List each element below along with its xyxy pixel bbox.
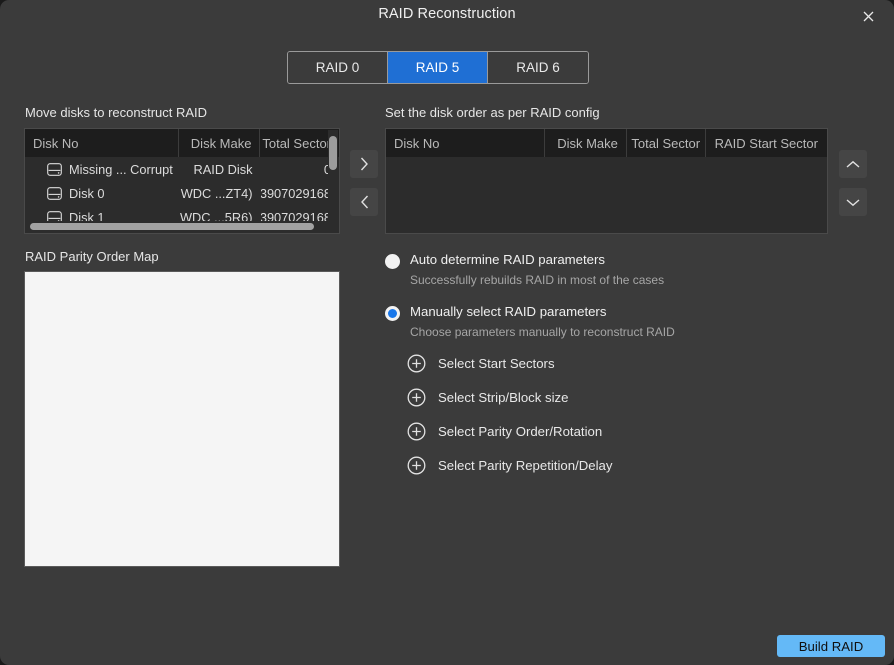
close-icon[interactable] [852, 3, 884, 29]
tab-raid-0[interactable]: RAID 0 [288, 52, 388, 83]
param-label: Select Parity Order/Rotation [438, 424, 603, 439]
left-panel-caption: Move disks to reconstruct RAID [25, 105, 208, 120]
plus-circle-icon [407, 422, 426, 441]
cell-disk-no: Missing ... Corrupt [25, 157, 179, 181]
chevron-left-icon [360, 195, 368, 209]
column-header-raid-start-sector[interactable]: RAID Start Sector [706, 129, 827, 157]
cell-disk-make: RAID Disk [193, 161, 253, 177]
param-select-parity-order-rotation[interactable]: Select Parity Order/Rotation [407, 422, 602, 441]
column-header-disk-make[interactable]: Disk Make [179, 129, 261, 157]
move-disk-right-button[interactable] [350, 150, 378, 178]
raid-level-tabs: RAID 0 RAID 5 RAID 6 [287, 51, 589, 84]
disk-no-label: Missing ... Corrupt [69, 161, 173, 177]
column-header-disk-no[interactable]: Disk No [25, 129, 179, 157]
move-order-down-button[interactable] [839, 188, 867, 216]
tab-raid-5[interactable]: RAID 5 [388, 52, 488, 83]
param-label: Select Start Sectors [438, 356, 555, 371]
chevron-right-icon [360, 157, 368, 171]
radio-manual-select[interactable] [385, 306, 400, 321]
table-header-row: Disk No Disk Make Total Sector RAID Star… [386, 129, 827, 157]
option-auto-label: Auto determine RAID parameters [410, 252, 605, 267]
table-row[interactable]: Disk 0 WDC ...ZT4) 3907029168 [25, 181, 339, 205]
column-header-total-sector[interactable]: Total Sector [627, 129, 706, 157]
param-label: Select Parity Repetition/Delay [438, 458, 613, 473]
vertical-scrollbar-thumb[interactable] [329, 136, 337, 170]
horizontal-scrollbar-thumb[interactable] [30, 223, 314, 230]
tab-raid-6[interactable]: RAID 6 [488, 52, 588, 83]
option-manual-sublabel: Choose parameters manually to reconstruc… [410, 325, 675, 339]
move-order-up-button[interactable] [839, 150, 867, 178]
table-header-row: Disk No Disk Make Total Sector [25, 129, 339, 157]
chevron-up-icon [846, 160, 860, 168]
hard-disk-icon [47, 162, 62, 176]
option-manual-label: Manually select RAID parameters [410, 304, 607, 319]
param-select-strip-block-size[interactable]: Select Strip/Block size [407, 388, 568, 407]
close-glyph [863, 11, 873, 21]
column-header-disk-make[interactable]: Disk Make [545, 129, 627, 157]
page-title: RAID Reconstruction [378, 6, 516, 22]
param-select-parity-repetition-delay[interactable]: Select Parity Repetition/Delay [407, 456, 612, 475]
right-panel-caption: Set the disk order as per RAID config [385, 105, 600, 120]
build-raid-button[interactable]: Build RAID [777, 635, 885, 657]
disk-no-label: Disk 0 [69, 185, 105, 201]
radio-auto-determine[interactable] [385, 254, 400, 269]
plus-circle-icon [407, 388, 426, 407]
raid-order-table[interactable]: Disk No Disk Make Total Sector RAID Star… [385, 128, 828, 234]
hard-disk-icon [47, 186, 62, 200]
move-disk-left-button[interactable] [350, 188, 378, 216]
table-body: Missing ... Corrupt RAID Disk 0 Disk 0 W… [25, 157, 339, 229]
cell-disk-no: Disk 0 [25, 181, 179, 205]
raid-reconstruction-dialog: RAID Reconstruction RAID 0 RAID 5 RAID 6… [0, 0, 894, 665]
parity-map-caption: RAID Parity Order Map [25, 249, 159, 264]
raid-parity-order-map[interactable] [24, 271, 340, 567]
column-header-disk-no[interactable]: Disk No [386, 129, 546, 157]
vertical-scrollbar[interactable] [328, 130, 338, 233]
chevron-down-icon [846, 198, 860, 206]
param-select-start-sectors[interactable]: Select Start Sectors [407, 354, 555, 373]
param-label: Select Strip/Block size [438, 390, 569, 405]
option-auto-sublabel: Successfully rebuilds RAID in most of th… [410, 273, 665, 287]
title-bar: RAID Reconstruction [0, 0, 894, 32]
available-disks-table[interactable]: Disk No Disk Make Total Sector Missing .… [24, 128, 340, 234]
plus-circle-icon [407, 354, 426, 373]
table-row[interactable]: Missing ... Corrupt RAID Disk 0 [25, 157, 339, 181]
cell-disk-make: WDC ...ZT4) [180, 185, 253, 201]
horizontal-scrollbar[interactable] [26, 221, 339, 232]
plus-circle-icon [407, 456, 426, 475]
